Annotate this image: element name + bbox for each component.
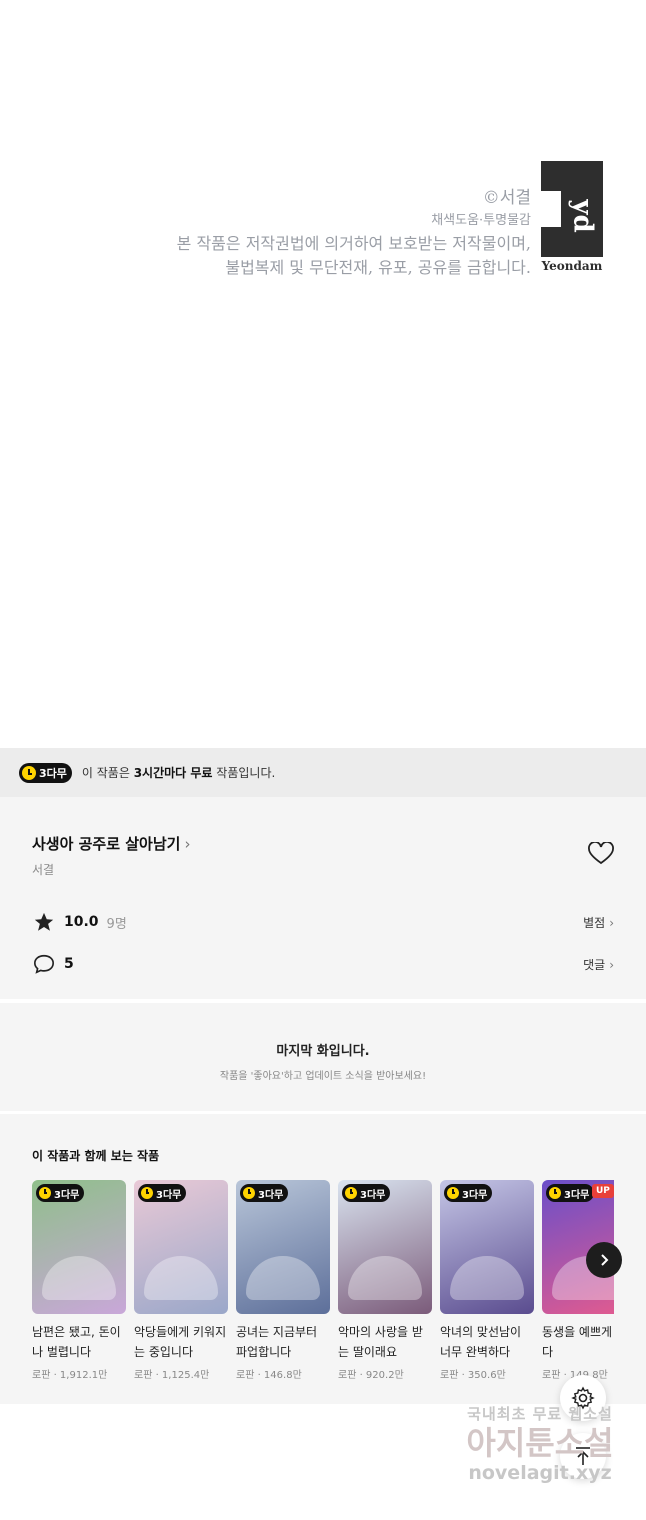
chevron-right-icon: › (184, 835, 191, 853)
last-episode-heading: 마지막 화입니다. (276, 1044, 370, 1059)
site-watermark: 국내최초 무료 웹소설 아지툰소설 novelagit.xyz (440, 1403, 640, 1484)
card-title: 공녀는 지금부터 파업합니다 (236, 1325, 318, 1359)
clock-icon (549, 1187, 561, 1199)
cover-figure (42, 1256, 116, 1300)
chevron-right-icon: › (609, 957, 614, 972)
card-meta: 로판 · 1,912.1만 (32, 1370, 108, 1381)
recommendation-card[interactable]: 3다무악마의 사랑을 받는 딸이래요로판 · 920.2만 (338, 1180, 432, 1381)
settings-button[interactable] (560, 1375, 606, 1421)
work-info-card: 사생아 공주로 살아남기 › 서결 10.0 9명 별점 › 5 댓글 › (0, 797, 646, 999)
watermark-line3: novelagit.xyz (468, 1462, 612, 1484)
cover-thumbnail: 3다무 (440, 1180, 534, 1314)
card-meta: 로판 · 146.8만 (236, 1370, 302, 1381)
comment-icon (32, 952, 56, 976)
cover-figure (144, 1256, 218, 1300)
cover-figure (348, 1256, 422, 1300)
card-meta: 로판 · 1,125.4만 (134, 1370, 210, 1381)
cover-thumbnail: 3다무 (338, 1180, 432, 1314)
heart-icon[interactable] (588, 841, 614, 866)
recommendation-card[interactable]: 3다무악당들에게 키워지는 중입니다로판 · 1,125.4만 (134, 1180, 228, 1381)
wait-free-badge: 3다무 (546, 1184, 595, 1202)
card-meta: 로판 · 920.2만 (338, 1370, 404, 1381)
comment-link[interactable]: 댓글 › (583, 956, 614, 973)
gear-icon (571, 1386, 595, 1410)
cover-thumbnail: 3다무 (32, 1180, 126, 1314)
publisher-logo: yd Yeondam (541, 161, 603, 273)
carousel-next-button[interactable] (586, 1242, 622, 1278)
card-title: 악녀의 맞선남이 너무 완벽하다 (440, 1325, 522, 1359)
free-notice-bar: 3다무 이 작품은 3시간마다 무료 작품입니다. (0, 748, 646, 797)
cover-thumbnail: 3다무 (134, 1180, 228, 1314)
card-title: 악마의 사랑을 받는 딸이래요 (338, 1325, 423, 1359)
free-notice-text: 이 작품은 3시간마다 무료 작품입니다. (81, 766, 276, 780)
coloring-credit: 채색도움·투명물감 (431, 213, 531, 228)
star-icon (32, 910, 56, 934)
scroll-top-button[interactable] (560, 1433, 606, 1479)
recommendations-section: 이 작품과 함께 보는 작품 3다무남편은 됐고, 돈이나 벌렵니다로판 · 1… (0, 1114, 646, 1404)
clock-icon (243, 1187, 255, 1199)
last-episode-subtext: 작품을 '좋아요'하고 업데이트 소식을 받아보세요! (219, 1071, 427, 1082)
legal-notice-line2: 불법복제 및 무단전재, 유포, 공유를 금합니다. (225, 258, 531, 277)
wait-free-badge: 3다무 (36, 1184, 85, 1202)
cover-thumbnail: 3다무 (236, 1180, 330, 1314)
watermark-line1: 국내최초 무료 웹소설 (467, 1405, 613, 1423)
clock-icon (345, 1187, 357, 1199)
card-title: 악당들에게 키워지는 중입니다 (134, 1325, 227, 1359)
cover-figure (450, 1256, 524, 1300)
recommendation-card[interactable]: 3다무공녀는 지금부터 파업합니다로판 · 146.8만 (236, 1180, 330, 1381)
clock-icon (141, 1187, 153, 1199)
author-name: 서결 (32, 863, 55, 877)
recommendation-carousel: 3다무 남편은 됐고, 돈이나 벌렵니다 로판 · 1,912.1만 3다무 악당들에게… (32, 1180, 614, 1390)
card-title: 동생을 예쁘게 웠다 (542, 1325, 614, 1359)
wait-free-badge: 3다무 (19, 762, 72, 783)
wait-free-badge: 3다무 (240, 1184, 289, 1202)
watermark-line2: 아지툰소설 (466, 1424, 614, 1462)
legal-notice-line1: 본 작품은 저작권법에 의거하여 보호받는 저작물이며, (176, 234, 531, 253)
comment-row: 5 댓글 › (32, 952, 614, 976)
comment-count: 5 (64, 956, 74, 972)
wait-free-badge: 3다무 (342, 1184, 391, 1202)
rating-link[interactable]: 별점 › (583, 914, 614, 931)
recommendation-card[interactable]: 3다무남편은 됐고, 돈이나 벌렵니다로판 · 1,912.1만 (32, 1180, 126, 1381)
update-badge: UP (592, 1184, 614, 1198)
copyright-text: ©서결 (482, 188, 531, 208)
clock-icon (39, 1187, 51, 1199)
work-title-link[interactable]: 사생아 공주로 살아남기 › (32, 833, 190, 854)
wait-free-badge: 3다무 (138, 1184, 187, 1202)
rating-value: 10.0 (64, 914, 99, 930)
recommendations-heading: 이 작품과 함께 보는 작품 (32, 1149, 160, 1163)
credits-block: ©서결 채색도움·투명물감 본 작품은 저작권법에 의거하여 보호받는 저작물이… (177, 186, 531, 280)
last-episode-section: 마지막 화입니다. 작품을 '좋아요'하고 업데이트 소식을 받아보세요! (0, 1003, 646, 1111)
chevron-right-icon (601, 1254, 609, 1266)
recommendation-card[interactable]: 3다무악녀의 맞선남이 너무 완벽하다로판 · 350.6만 (440, 1180, 534, 1381)
recommendation-card[interactable]: 3다무UP동생을 예쁘게 웠다로판 · 149.8만 (542, 1180, 614, 1381)
arrow-up-icon (576, 1447, 590, 1465)
card-title: 남편은 됐고, 돈이나 벌렵니다 (32, 1325, 121, 1359)
cover-figure (246, 1256, 320, 1300)
chevron-right-icon: › (609, 915, 614, 930)
card-meta: 로판 · 350.6만 (440, 1370, 506, 1381)
rating-row: 10.0 9명 별점 › (32, 910, 614, 934)
clock-icon (447, 1187, 459, 1199)
publisher-logo-text: Yeondam (541, 259, 603, 273)
wait-free-badge: 3다무 (444, 1184, 493, 1202)
clock-icon (22, 765, 36, 780)
rating-count: 9명 (106, 916, 127, 932)
